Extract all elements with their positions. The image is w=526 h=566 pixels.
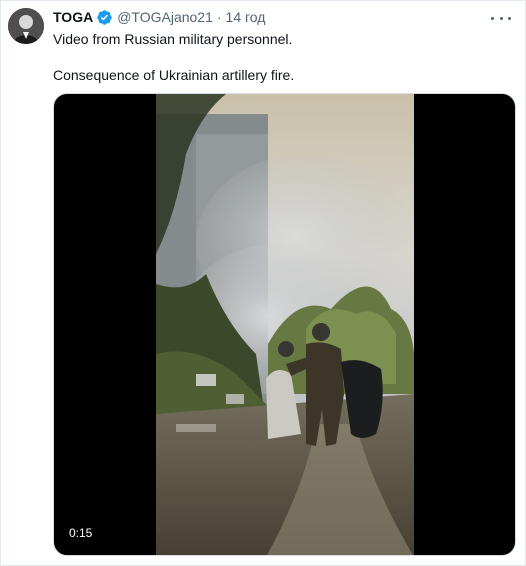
video-thumbnail [156,94,414,555]
tweet-text-line-2: Consequence of Ukrainian artillery fire. [53,67,295,83]
tweet-card[interactable]: TOGA @TOGAjano21 · 14 год Video from Rus… [0,0,526,566]
tweet-header: TOGA @TOGAjano21 · 14 год [53,8,265,26]
video-player[interactable]: 0:15 [53,93,516,556]
avatar[interactable] [8,8,44,44]
avatar-image [8,8,44,44]
verified-badge-icon [96,9,113,26]
video-duration: 0:15 [64,524,98,543]
separator-dot: · [216,9,222,25]
display-name[interactable]: TOGA [53,8,93,26]
tweet-text-line-1: Video from Russian military personnel. [53,31,293,47]
more-options-icon[interactable] [491,11,511,25]
handle[interactable]: @TOGAjano21 [117,8,213,26]
tweet-text: Video from Russian military personnel. C… [53,30,513,84]
timestamp[interactable]: 14 год [226,8,266,26]
